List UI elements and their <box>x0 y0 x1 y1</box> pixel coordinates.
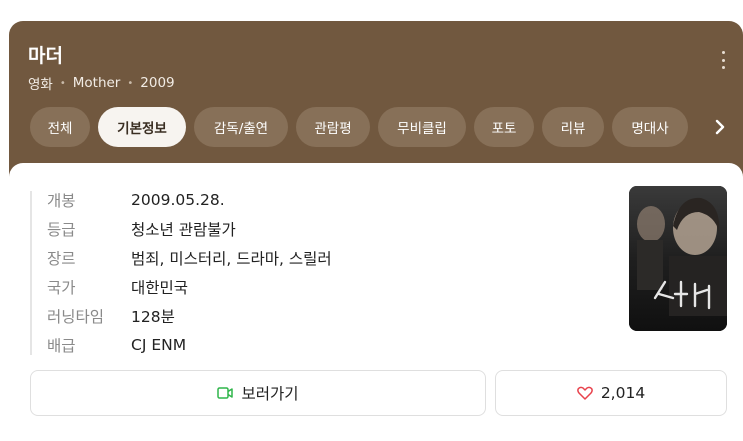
chevron-right-icon[interactable] <box>709 115 731 139</box>
separator-dot: • <box>127 77 134 89</box>
content-type: 영화 <box>28 77 53 93</box>
info-row-genre: 장르 범죄, 미스터리, 드라마, 스릴러 <box>47 246 332 270</box>
info-value: 대한민국 <box>131 279 189 297</box>
info-value: 128분 <box>131 308 175 326</box>
tab-famous-lines[interactable]: 명대사 <box>612 107 688 147</box>
info-value: CJ ENM <box>131 336 187 354</box>
info-value: 범죄, 미스터리, 드라마, 스릴러 <box>131 250 332 268</box>
movie-title: 마더 <box>28 45 63 67</box>
movie-subtitle: 영화 • Mother • 2009 <box>28 73 175 93</box>
info-row-release: 개봉 2009.05.28. <box>47 188 225 212</box>
movie-poster[interactable] <box>629 186 727 331</box>
tab-audience-reviews[interactable]: 관람평 <box>296 107 370 147</box>
original-title: Mother <box>72 75 121 91</box>
info-value: 청소년 관람불가 <box>131 221 236 239</box>
heart-icon <box>576 386 593 400</box>
movie-info-card: 마더 영화 • Mother • 2009 전체 기본정보 감독/출연 관람평 … <box>9 21 743 441</box>
like-count: 2,014 <box>600 384 646 402</box>
tab-photos[interactable]: 포토 <box>474 107 534 147</box>
info-row-country: 국가 대한민국 <box>47 275 188 299</box>
info-label: 러닝타임 <box>47 308 105 326</box>
watch-button-label: 보러가기 <box>241 385 299 403</box>
release-year: 2009 <box>140 75 175 91</box>
info-row-runtime: 러닝타임 128분 <box>47 304 175 328</box>
watch-button[interactable]: 보러가기 <box>30 370 486 416</box>
like-button[interactable]: 2,014 <box>495 370 727 416</box>
info-label: 배급 <box>47 337 76 355</box>
info-divider <box>30 191 32 355</box>
more-vertical-icon[interactable] <box>721 51 725 69</box>
tab-director-cast[interactable]: 감독/출연 <box>194 107 288 147</box>
tab-all[interactable]: 전체 <box>30 107 90 147</box>
video-camera-icon <box>217 386 234 400</box>
info-label: 등급 <box>47 221 76 239</box>
separator-dot: • <box>59 77 66 89</box>
info-label: 개봉 <box>47 192 76 210</box>
tab-bar: 전체 기본정보 감독/출연 관람평 무비클립 포토 리뷰 명대사 <box>30 107 696 147</box>
tab-movie-clips[interactable]: 무비클립 <box>378 107 466 147</box>
info-label: 국가 <box>47 279 76 297</box>
info-value: 2009.05.28. <box>131 191 225 209</box>
info-row-distributor: 배급 CJ ENM <box>47 333 186 357</box>
tab-reviews[interactable]: 리뷰 <box>542 107 604 147</box>
basic-info-panel: 개봉 2009.05.28. 등급 청소년 관람불가 장르 범죄, 미스터리, … <box>9 163 743 441</box>
info-row-rating: 등급 청소년 관람불가 <box>47 217 236 241</box>
info-label: 장르 <box>47 250 76 268</box>
tab-basic-info[interactable]: 기본정보 <box>98 107 186 147</box>
